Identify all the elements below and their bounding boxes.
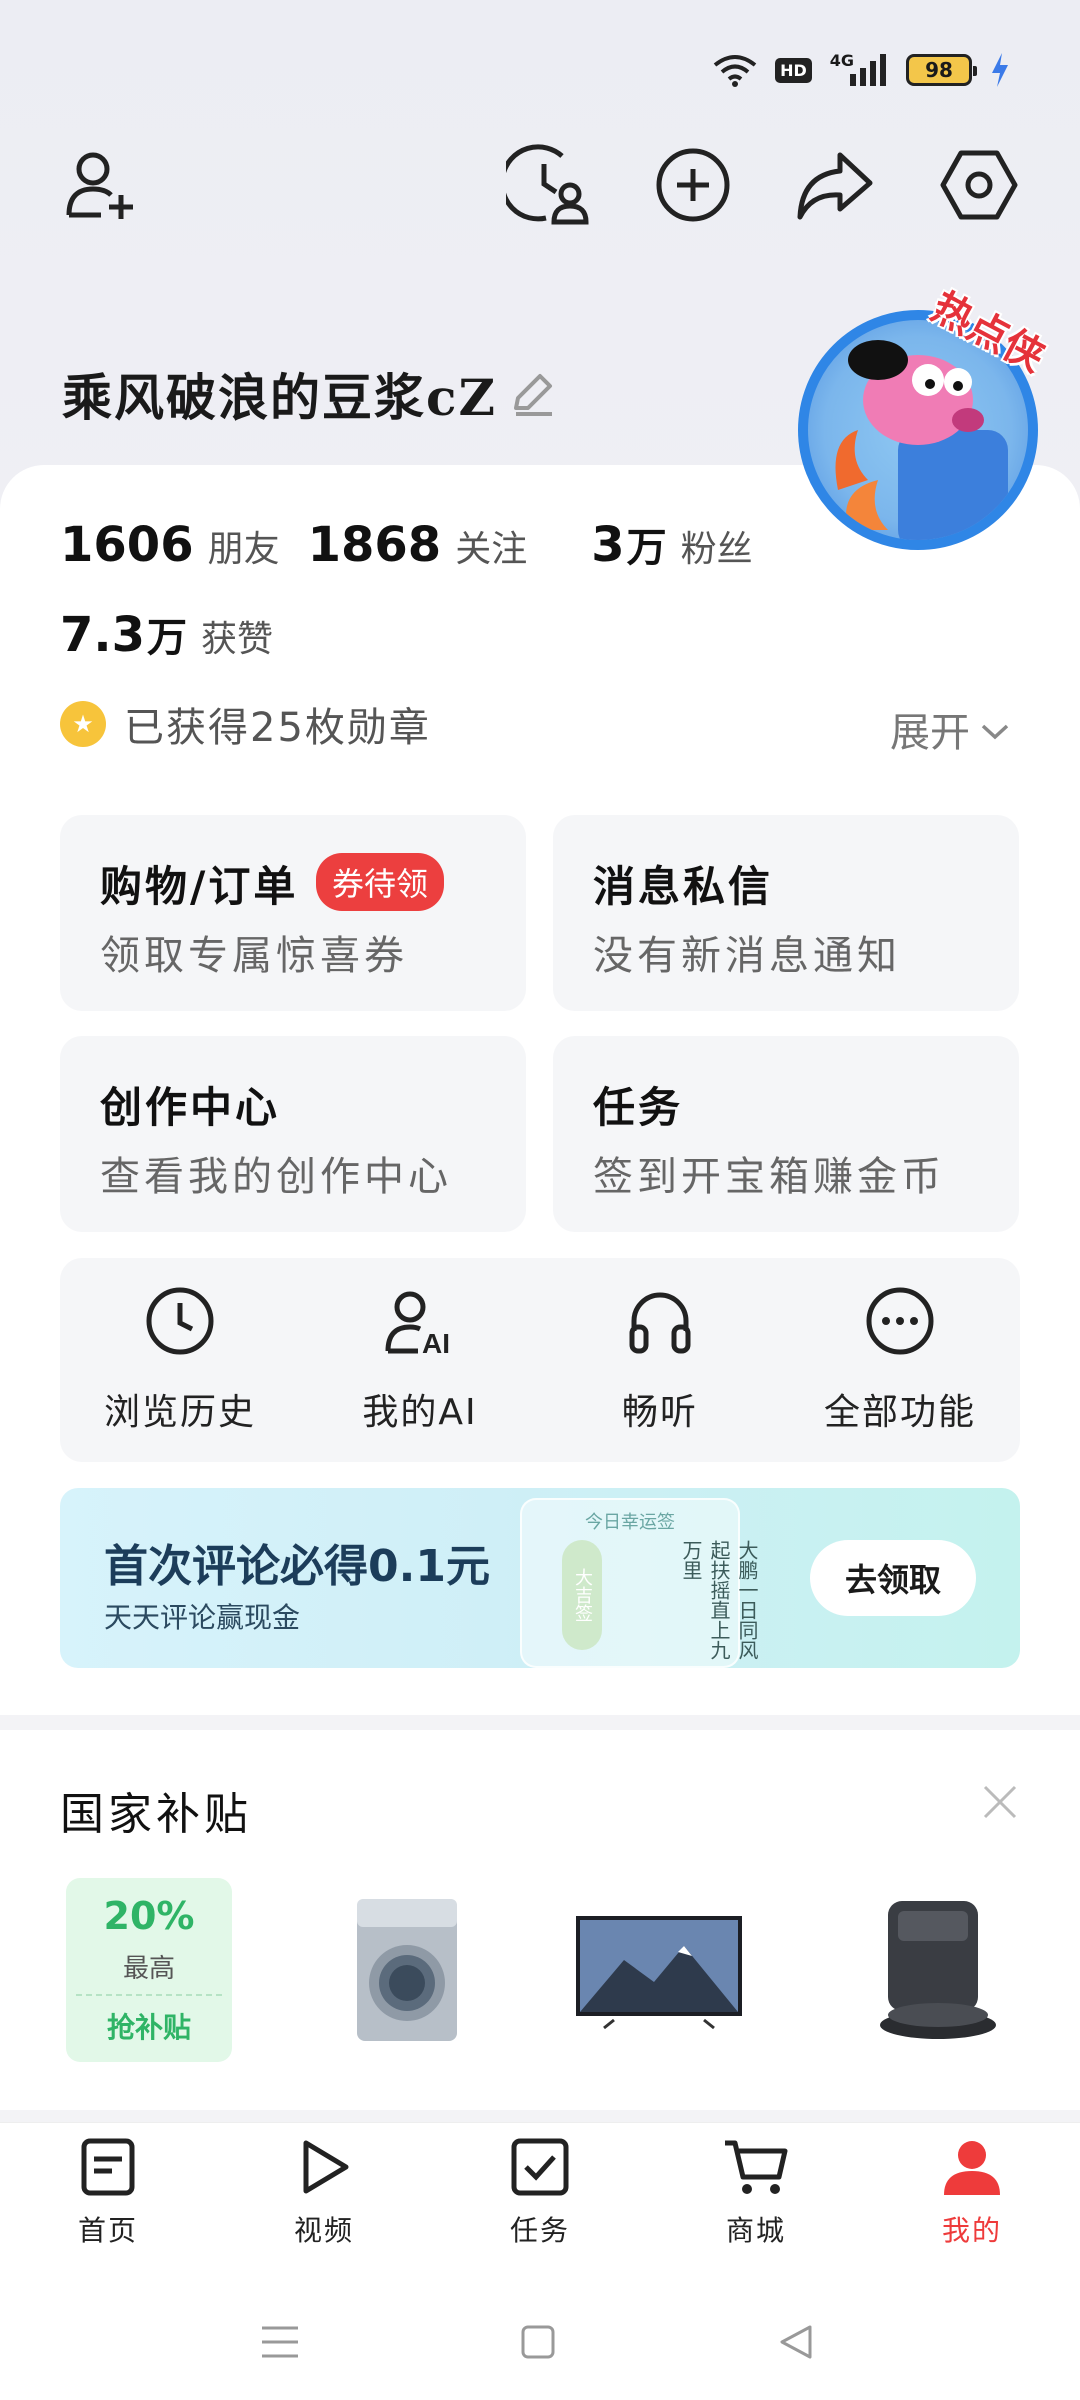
quick-all-features[interactable]: 全部功能 [780, 1258, 1020, 1462]
wifi-icon [713, 53, 757, 87]
tile-title: 购物/订单 [100, 862, 299, 911]
quick-my-ai[interactable]: AI 我的AI [300, 1258, 540, 1462]
tile-title: 消息私信 [593, 862, 774, 911]
charging-icon [990, 53, 1010, 87]
coupon-badge: 券待领 [316, 853, 445, 911]
quick-actions: 浏览历史 AI 我的AI 畅听 全部功能 [60, 1258, 1020, 1462]
fortune-card: 今日幸运签 大吉签 大鹏一日同风起扶摇直上九万里 [520, 1498, 759, 1668]
signal-icon: 4G [829, 50, 888, 86]
play-icon [294, 2137, 354, 2201]
product-television[interactable] [574, 1878, 744, 2062]
expand-button[interactable]: 展开 [890, 700, 1010, 758]
cart-icon [723, 2137, 789, 2201]
network-type-label: 4G [829, 50, 854, 70]
quick-label: 畅听 [621, 1392, 698, 1433]
tile-subtitle: 签到开宝箱赚金币 [593, 1154, 945, 1200]
fortune-card-head: 今日幸运签 [585, 1512, 675, 1533]
bottom-tab-bar: 首页 视频 任务 商城 我的 [0, 2122, 1080, 2272]
quick-label: 我的AI [362, 1392, 478, 1433]
username: 乘风破浪的豆浆cZ [62, 368, 497, 427]
tab-label: 首页 [77, 2214, 138, 2247]
task-check-icon [510, 2137, 570, 2201]
following-count[interactable]: 1868 [308, 517, 442, 573]
product-washing-machine[interactable] [322, 1878, 492, 2062]
share-icon[interactable] [790, 140, 880, 230]
tab-label: 视频 [293, 2214, 354, 2247]
friends-count[interactable]: 1606 [60, 517, 194, 573]
headphones-icon [624, 1285, 696, 1361]
medal-text: 已获得25枚勋章 [124, 705, 431, 751]
chevron-down-icon [980, 706, 1010, 752]
system-nav-bar [0, 2272, 1080, 2400]
following-label[interactable]: 关注 [455, 520, 527, 572]
menu-icon[interactable] [250, 2312, 310, 2372]
quick-label: 全部功能 [823, 1392, 976, 1433]
banner-title: 首次评论必得0.1元 [104, 1541, 490, 1592]
national-subsidy-card: 国家补贴 20% 最高 抢补贴 [0, 1730, 1080, 2110]
clock-user-icon[interactable] [504, 140, 594, 230]
fortune-card-seal: 大吉签 [562, 1540, 602, 1650]
stats-row: 1606 朋友 1868 关注 3 万 粉丝 [60, 515, 781, 573]
banner-subtitle: 天天评论赢现金 [104, 1601, 301, 1634]
friends-label[interactable]: 朋友 [208, 520, 280, 572]
fans-unit: 万 [626, 525, 667, 571]
add-user-icon[interactable] [56, 140, 146, 230]
medal-icon: ★ [60, 701, 106, 747]
likes-unit: 万 [147, 615, 188, 661]
fans-count[interactable]: 3 [591, 517, 624, 573]
tab-video[interactable]: 视频 [216, 2123, 432, 2272]
tile-subtitle: 查看我的创作中心 [100, 1154, 452, 1200]
creator-center-tile[interactable]: 创作中心 查看我的创作中心 [60, 1036, 526, 1232]
tab-label: 我的 [941, 2214, 1002, 2247]
home-square-icon[interactable] [508, 2312, 568, 2372]
profile-icon [942, 2137, 1002, 2201]
comment-reward-banner[interactable]: 今日幸运签 大吉签 大鹏一日同风起扶摇直上九万里 首次评论必得0.1元 天天评论… [60, 1488, 1020, 1668]
tasks-tile[interactable]: 任务 签到开宝箱赚金币 [553, 1036, 1019, 1232]
promo-action: 抢补贴 [106, 2011, 191, 2044]
status-bar: HD 4G 98 [713, 40, 1010, 100]
fans-label[interactable]: 粉丝 [681, 520, 753, 572]
subsidy-title: 国家补贴 [60, 1789, 252, 1840]
home-doc-icon [78, 2137, 138, 2201]
edit-icon[interactable] [508, 368, 558, 422]
tab-label: 商城 [725, 2214, 786, 2247]
shopping-orders-tile[interactable]: 购物/订单 券待领 领取专属惊喜券 [60, 815, 526, 1011]
likes-row: 7.3 万 获赞 [60, 605, 301, 663]
quick-label: 浏览历史 [103, 1392, 256, 1433]
promo-percent: 20% [103, 1894, 195, 1938]
more-icon [864, 1285, 936, 1361]
messages-tile[interactable]: 消息私信 没有新消息通知 [553, 815, 1019, 1011]
tab-me[interactable]: 我的 [864, 2123, 1080, 2272]
tab-home[interactable]: 首页 [0, 2123, 216, 2272]
tab-label: 任务 [509, 2214, 570, 2247]
battery-indicator: 98 [906, 54, 977, 86]
plus-circle-icon[interactable] [648, 140, 738, 230]
medal-row[interactable]: ★ 已获得25枚勋章 [60, 695, 431, 753]
clock-icon [144, 1285, 216, 1361]
fortune-card-poem: 大鹏一日同风起扶摇直上九万里 [679, 1540, 759, 1660]
likes-label[interactable]: 获赞 [201, 610, 273, 662]
tile-title: 任务 [593, 1083, 684, 1132]
settings-icon[interactable] [934, 140, 1024, 230]
tile-subtitle: 没有新消息通知 [593, 933, 901, 979]
tab-mall[interactable]: 商城 [648, 2123, 864, 2272]
svg-text:AI: AI [422, 1328, 450, 1357]
close-icon[interactable] [980, 1782, 1020, 1826]
quick-browse-history[interactable]: 浏览历史 [60, 1258, 300, 1462]
tile-title: 创作中心 [100, 1083, 281, 1132]
quick-listen[interactable]: 畅听 [540, 1258, 780, 1462]
claim-button[interactable]: 去领取 [810, 1540, 976, 1616]
hd-badge: HD [775, 57, 812, 83]
expand-label: 展开 [890, 710, 970, 756]
tab-tasks[interactable]: 任务 [432, 2123, 648, 2272]
promo-divider [76, 1994, 222, 1996]
subsidy-promo[interactable]: 20% 最高 抢补贴 [66, 1878, 232, 2062]
product-robot-vacuum[interactable] [848, 1878, 1018, 2062]
likes-count[interactable]: 7.3 [60, 607, 145, 663]
promo-label: 最高 [122, 1954, 175, 1984]
ai-user-icon: AI [384, 1285, 456, 1361]
tile-subtitle: 领取专属惊喜券 [100, 933, 408, 979]
back-icon[interactable] [766, 2312, 826, 2372]
